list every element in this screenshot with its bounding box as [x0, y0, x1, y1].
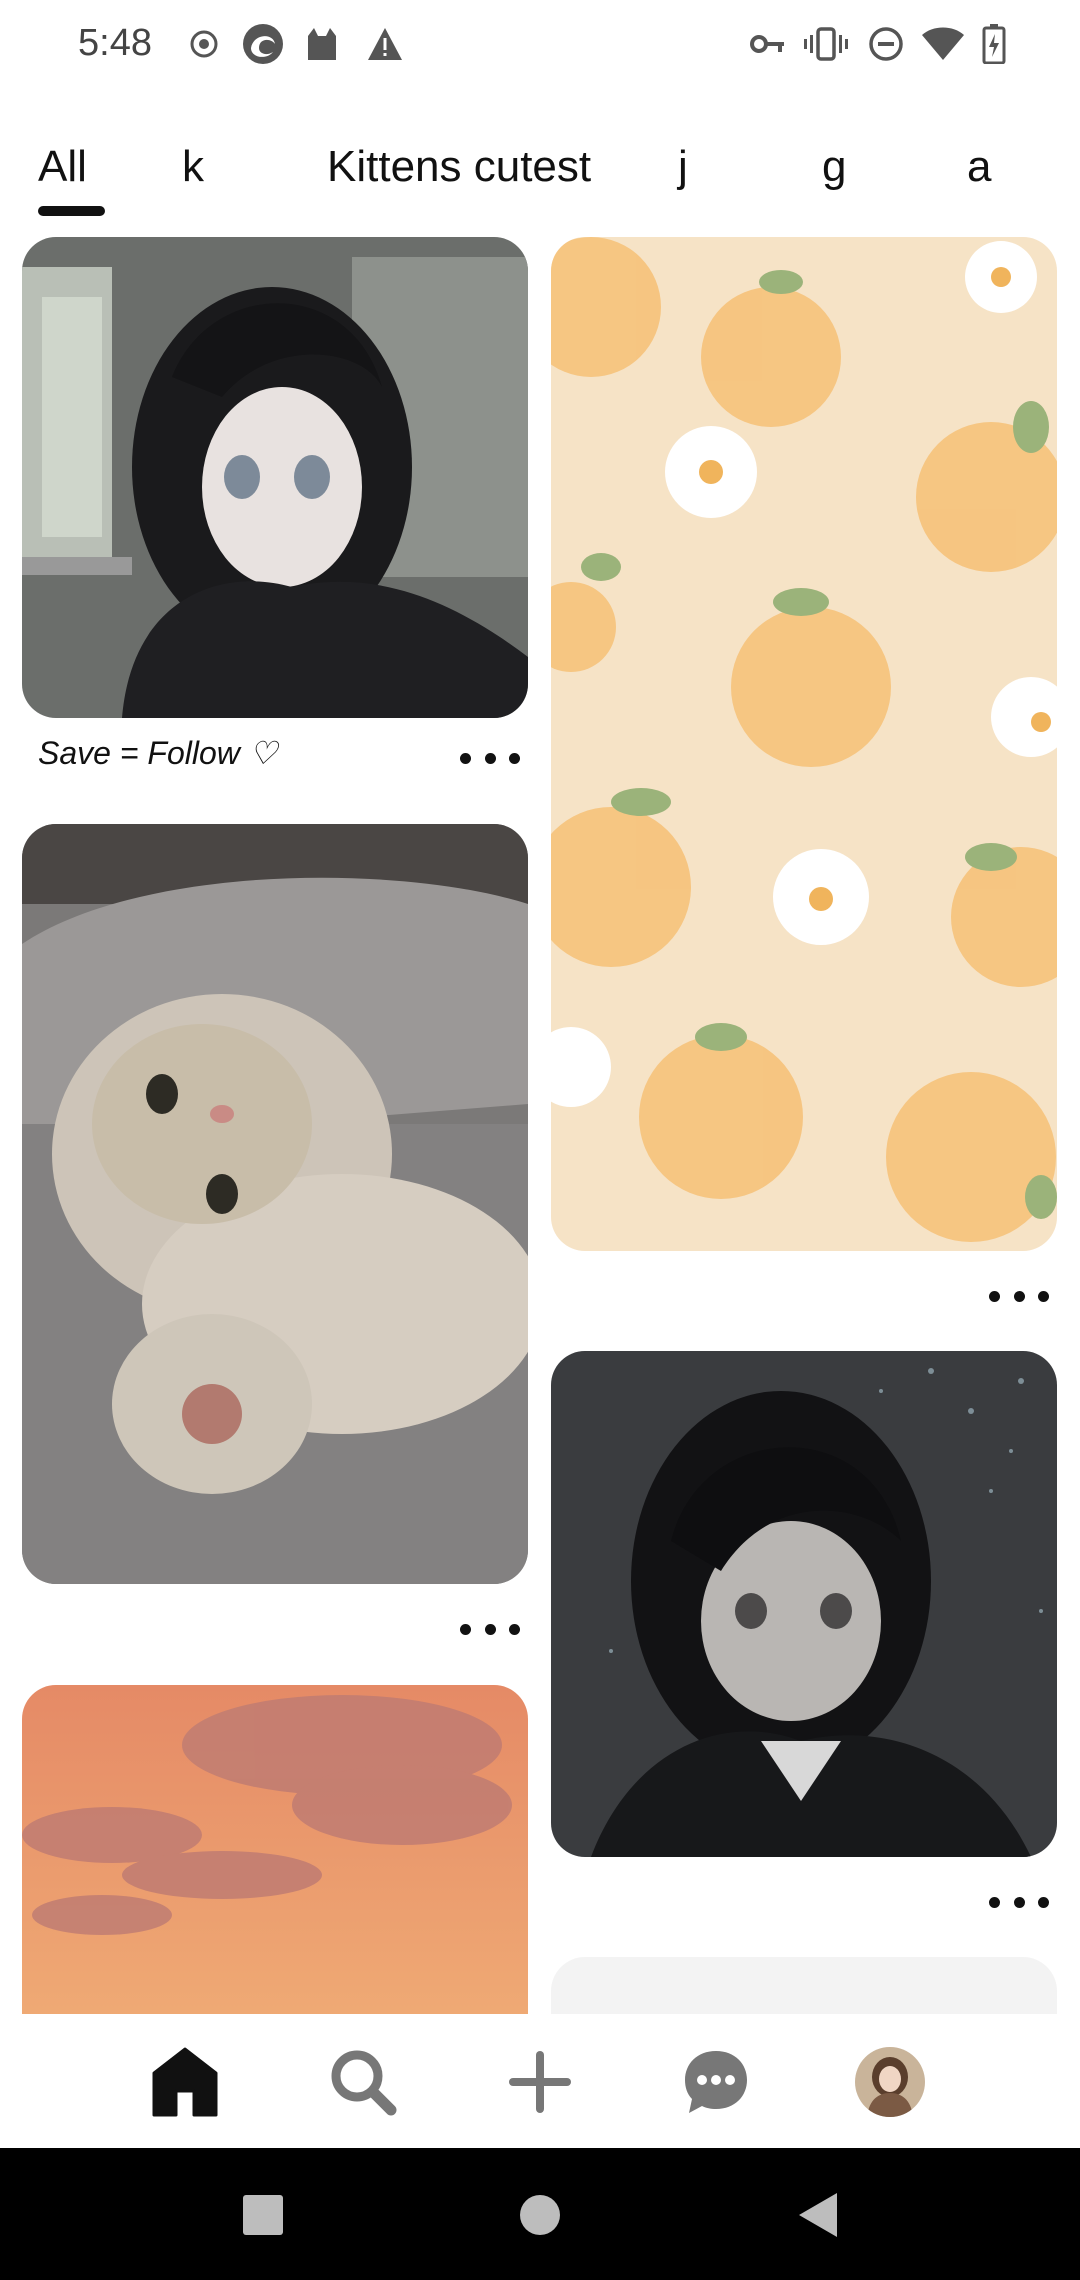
more-options-icon[interactable]: [989, 1887, 1049, 1917]
recents-square-icon[interactable]: [238, 2190, 288, 2240]
pin-loading-placeholder: [551, 1957, 1057, 2014]
active-tab-indicator: [38, 206, 105, 216]
pin-feed[interactable]: Save = Follow ♡: [0, 232, 1080, 2014]
do-not-disturb-icon: [866, 20, 906, 68]
pin-kitten-couch[interactable]: [22, 824, 528, 1584]
warning-icon: [364, 20, 406, 68]
record-icon: [184, 20, 224, 68]
status-time: 5:48: [78, 22, 152, 64]
back-triangle-icon[interactable]: [793, 2190, 843, 2240]
create-plus-icon[interactable]: [502, 2044, 578, 2120]
pin-orange-pattern[interactable]: [551, 237, 1057, 1251]
tab-kittens-cutest[interactable]: Kittens cutest: [327, 142, 591, 192]
profile-avatar[interactable]: [855, 2047, 925, 2117]
vibrate-icon: [804, 20, 848, 68]
tab-a[interactable]: a: [967, 142, 991, 192]
tab-k[interactable]: k: [182, 142, 204, 192]
bottom-navigation: [0, 2014, 1080, 2148]
more-options-icon[interactable]: [460, 743, 520, 773]
system-navigation-bar: [0, 2148, 1080, 2280]
pin-sunset-clouds[interactable]: [22, 1685, 528, 2014]
home-icon[interactable]: [147, 2044, 223, 2120]
board-tabs: All k Kittens cutest j g a: [0, 130, 1080, 220]
pin-anime-girl-dark[interactable]: [551, 1351, 1057, 1857]
status-bar: 5:48: [0, 0, 1080, 90]
search-icon[interactable]: [325, 2044, 401, 2120]
vpn-key-icon: [748, 20, 788, 68]
home-circle-icon[interactable]: [515, 2190, 565, 2240]
pin-anime-girl-window[interactable]: [22, 237, 528, 718]
pin-caption: Save = Follow ♡: [38, 735, 278, 771]
tab-g[interactable]: g: [822, 142, 846, 192]
messages-icon[interactable]: [678, 2044, 754, 2120]
cat-app-icon: [302, 20, 342, 68]
more-options-icon[interactable]: [460, 1614, 520, 1644]
more-options-icon[interactable]: [989, 1281, 1049, 1311]
wifi-icon: [920, 20, 966, 68]
tab-j[interactable]: j: [678, 142, 688, 192]
browser-icon: [240, 20, 286, 68]
battery-charging-icon: [978, 20, 1010, 68]
tab-all[interactable]: All: [38, 142, 87, 192]
